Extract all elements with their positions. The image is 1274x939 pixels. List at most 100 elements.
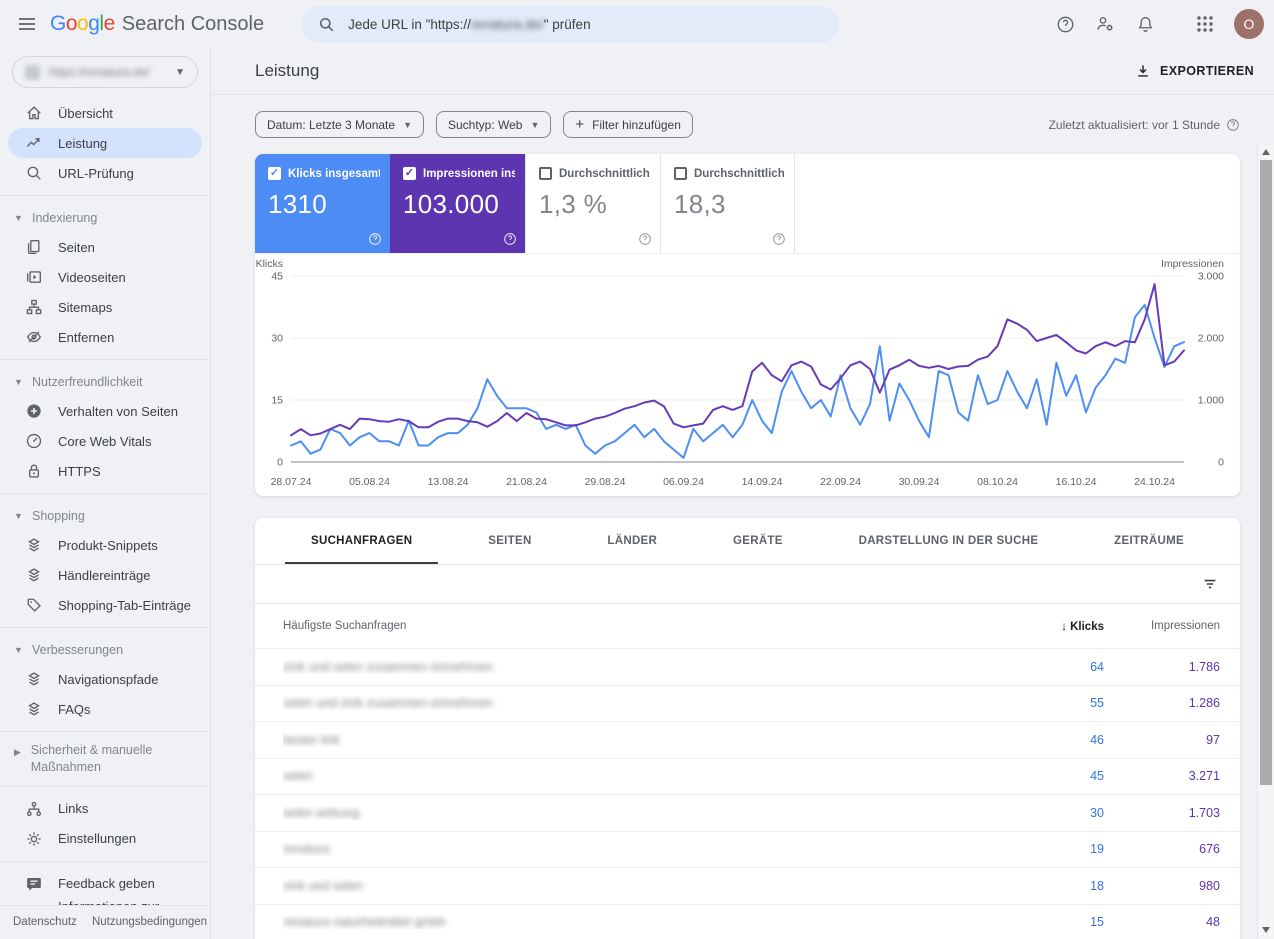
sidebar-item-url-prüfung[interactable]: URL-Prüfung (8, 158, 202, 188)
help-button[interactable] (1046, 5, 1084, 43)
vertical-scrollbar[interactable] (1257, 145, 1274, 939)
section-label: Indexierung (32, 210, 98, 225)
sidebar-item-händlereinträge[interactable]: Händlereinträge (8, 560, 202, 590)
clicks-cell: 64 (1090, 659, 1104, 674)
sidebar-item-einstellungen[interactable]: Einstellungen (8, 824, 202, 854)
help-icon[interactable] (1226, 118, 1240, 132)
avatar[interactable]: O (1234, 9, 1264, 39)
sidebar-item-produkt-snippets[interactable]: Produkt-Snippets (8, 530, 202, 560)
impressions-cell: 676 (1199, 842, 1220, 857)
tab-länder[interactable]: LÄNDER (581, 518, 683, 564)
sidebar-item-übersicht[interactable]: Übersicht (8, 98, 202, 128)
metric-card-2[interactable]: ✓ Impressionen ins... 103.000 (390, 154, 525, 253)
sidebar-item-videoseiten[interactable]: Videoseiten (8, 262, 202, 292)
tab-zeiträume[interactable]: ZEITRÄUME (1088, 518, 1210, 564)
help-icon[interactable] (638, 232, 652, 246)
caret-right-icon: ▶ (14, 747, 21, 757)
help-icon[interactable] (368, 232, 382, 246)
column-header-clicks[interactable]: ↓ Klicks (984, 619, 1104, 633)
scrollbar-thumb[interactable] (1260, 160, 1272, 785)
property-selector[interactable]: https://renatura.de/ ▼ (12, 56, 198, 88)
plus-icon: + (575, 116, 585, 133)
sidebar-item-label: Händlereinträge (58, 567, 151, 583)
svg-text:2.000: 2.000 (1198, 333, 1224, 345)
table-row[interactable]: zink und selen 18 980 (255, 867, 1240, 904)
filter-chip-datum[interactable]: Datum: Letzte 3 Monate ▼ (255, 111, 424, 138)
video-pages-icon (25, 268, 43, 286)
impressions-cell: 48 (1206, 915, 1220, 930)
sidebar-item-https[interactable]: HTTPS (8, 456, 202, 486)
svg-text:30: 30 (271, 333, 283, 345)
filter-chip-suchtyp[interactable]: Suchtyp: Web ▼ (436, 111, 552, 138)
unchecked-checkbox[interactable] (539, 167, 552, 180)
hamburger-menu-button[interactable] (8, 5, 46, 43)
clicks-cell: 55 (1090, 696, 1104, 711)
scroll-up-arrow[interactable] (1258, 145, 1274, 159)
sidebar-section-verbesserungen[interactable]: ▼ Verbesserungen (0, 635, 210, 664)
metric-card-3[interactable]: Durchschnittliche... 1,3 % (525, 154, 660, 253)
topbar: Google Search Console Jede URL in "https… (0, 0, 1274, 48)
sidebar-item-feedback-geben[interactable]: Feedback geben (8, 869, 202, 899)
tab-darstellung-in-der-suche[interactable]: DARSTELLUNG IN DER SUCHE (833, 518, 1065, 564)
sidebar-item-leistung[interactable]: Leistung (8, 128, 202, 158)
sidebar-section-shopping[interactable]: ▼ Shopping (0, 501, 210, 530)
apps-grid-button[interactable] (1186, 5, 1224, 43)
table-row[interactable]: selen 45 3.271 (255, 757, 1240, 795)
tab-seiten[interactable]: SEITEN (462, 518, 557, 564)
home-icon (25, 104, 43, 122)
user-settings-button[interactable] (1086, 5, 1124, 43)
caret-down-icon: ▼ (14, 644, 23, 655)
impressions-cell: 1.286 (1188, 696, 1220, 711)
sidebar-item-links[interactable]: Links (8, 794, 202, 824)
filter-list-icon[interactable] (1201, 575, 1219, 593)
search-icon (318, 16, 335, 33)
checked-checkbox[interactable]: ✓ (403, 167, 416, 180)
tab-geräte[interactable]: GERÄTE (707, 518, 809, 564)
search-placeholder: Jede URL in "https://renatura.de/" prüfe… (348, 16, 591, 32)
tab-suchanfragen[interactable]: SUCHANFRAGEN (285, 518, 439, 564)
sidebar-item-faqs[interactable]: FAQs (8, 694, 202, 724)
sidebar-item-seiten[interactable]: Seiten (8, 232, 202, 262)
sort-desc-icon: ↓ (1061, 619, 1068, 633)
scroll-down-arrow[interactable] (1258, 923, 1274, 937)
main-content: Leistung EXPORTIEREN Datum: Letzte 3 Mon… (211, 48, 1274, 939)
unchecked-checkbox[interactable] (674, 167, 687, 180)
column-header-impressions[interactable]: Impressionen (1104, 620, 1220, 632)
column-header-queries[interactable]: Häufigste Suchanfragen (283, 620, 984, 632)
sidebar-item-navigationspfade[interactable]: Navigationspfade (8, 664, 202, 694)
sidebar-item-shopping-tab-einträge[interactable]: Shopping-Tab-Einträge (8, 590, 202, 620)
add-filter-chip[interactable]: + Filter hinzufügen (563, 111, 693, 138)
app-logo[interactable]: Google Search Console (50, 12, 264, 36)
table-row[interactable]: zink und selen zusammen einnehmen 64 1.786 (255, 648, 1240, 685)
sidebar-item-sitemaps[interactable]: Sitemaps (8, 292, 202, 322)
impressions-cell: 3.271 (1188, 769, 1220, 784)
metric-label: Impressionen ins... (423, 167, 515, 180)
table-row[interactable]: bester link 46 97 (255, 721, 1240, 758)
help-icon[interactable] (503, 232, 517, 246)
terms-link[interactable]: Nutzungsbedingungen (92, 916, 207, 928)
svg-text:24.10.24: 24.10.24 (1134, 476, 1175, 488)
sidebar-section-nutzerfreundlichkeit[interactable]: ▼ Nutzerfreundlichkeit (0, 367, 210, 396)
sidebar-section-indexierung[interactable]: ▼ Indexierung (0, 203, 210, 232)
url-inspect-search-input[interactable]: Jede URL in "https://renatura.de/" prüfe… (302, 5, 840, 43)
notifications-button[interactable] (1126, 5, 1164, 43)
sidebar-item-entfernen[interactable]: Entfernen (8, 322, 202, 352)
table-row[interactable]: renatura 19 676 (255, 830, 1240, 868)
help-icon[interactable] (772, 232, 786, 246)
metric-card-1[interactable]: ✓ Klicks insgesamt 1310 (255, 154, 390, 253)
table-row[interactable]: selen und zink zusammen einnehmen 55 1.286 (255, 684, 1240, 722)
impressions-cell: 980 (1199, 878, 1220, 893)
dimensions-panel: SUCHANFRAGEN SEITEN LÄNDER GERÄTE DARSTELLUN… (255, 518, 1240, 939)
svg-text:30.09.24: 30.09.24 (899, 476, 940, 488)
checked-checkbox[interactable]: ✓ (268, 167, 281, 180)
layers-icon (25, 566, 43, 584)
sidebar-section-sicherheit-manuelle-maßnahmen[interactable]: ▶ Sicherheit & manuelle Maßnahmen (0, 739, 210, 779)
metric-card-4[interactable]: Durchschnittliche... 18,3 (660, 154, 795, 253)
privacy-link[interactable]: Datenschutz (13, 916, 77, 928)
table-row[interactable]: selen wirkung 30 1.703 (255, 794, 1240, 831)
sidebar-item-core-web-vitals[interactable]: Core Web Vitals (8, 426, 202, 456)
svg-text:0: 0 (1218, 457, 1224, 469)
sidebar-item-verhalten-von-seiten[interactable]: Verhalten von Seiten (8, 396, 202, 426)
table-row[interactable]: renatura naturheilmittel gmbh 15 48 (255, 903, 1240, 939)
export-button[interactable]: EXPORTIEREN (1135, 63, 1254, 79)
